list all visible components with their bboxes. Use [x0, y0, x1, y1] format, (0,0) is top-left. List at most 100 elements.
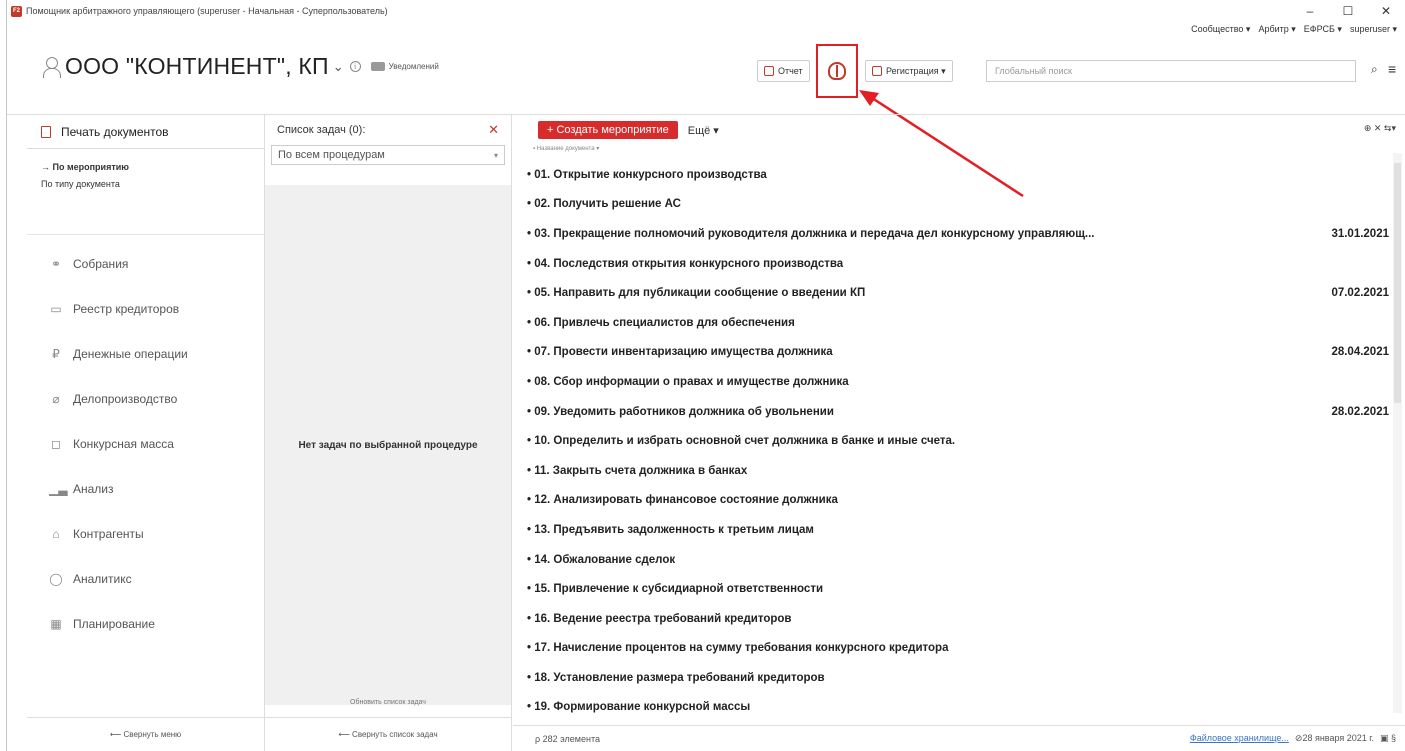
hamburger-menu-icon[interactable]: ≡	[1388, 61, 1396, 77]
sidebar-item-label: Собрания	[73, 256, 129, 271]
app-window: F2 Помощник арбитражного управляющего (s…	[6, 0, 1405, 751]
chevron-down-icon[interactable]: ⌄	[333, 59, 344, 75]
document-row[interactable]: • 02. Получить решение АС	[527, 190, 1389, 220]
scrollbar-thumb[interactable]	[1394, 163, 1401, 403]
brain-assistant-button[interactable]	[816, 44, 858, 98]
document-row[interactable]: • 07. Провести инвентаризацию имущества …	[527, 338, 1389, 368]
global-search-input[interactable]: Глобальный поиск	[986, 60, 1356, 82]
procedure-filter-select[interactable]: По всем процедурам ▾	[271, 145, 505, 165]
more-dropdown[interactable]: Ещё ▾	[688, 124, 719, 137]
document-row[interactable]: • 12. Анализировать финансовое состояние…	[527, 486, 1389, 516]
document-title: • 15. Привлечение к субсидиарной ответст…	[527, 583, 824, 596]
analytics-search-icon: ◯	[49, 571, 63, 586]
document-row[interactable]: • 04. Последствия открытия конкурсного п…	[527, 249, 1389, 279]
efrsb-menu[interactable]: ЕФРСБ ▾	[1304, 24, 1342, 35]
file-storage-link[interactable]: Файловое хранилище...	[1190, 733, 1289, 744]
sidebar-item-label: Планирование	[73, 616, 155, 631]
document-row[interactable]: • 17. Начисление процентов на сумму треб…	[527, 634, 1389, 664]
title-bar: F2 Помощник арбитражного управляющего (s…	[7, 0, 1405, 22]
user-icon	[43, 56, 61, 78]
sidebar-item-meetings[interactable]: ⚭ Собрания	[27, 241, 264, 286]
registration-toolbar: Регистрация ▾	[865, 60, 953, 82]
document-row[interactable]: • 10. Определить и избрать основной счет…	[527, 426, 1389, 456]
registry-icon: ▭	[50, 301, 62, 316]
submenu-by-doc-type[interactable]: По типу документа	[41, 176, 264, 193]
notifications-label: Уведомлений	[388, 62, 439, 71]
scrollbar[interactable]	[1393, 153, 1402, 713]
document-title: • 16. Ведение реестра требований кредито…	[527, 612, 792, 625]
handshake-icon: ⚭	[50, 256, 62, 271]
refresh-tasks-link[interactable]: Обновить список задач	[265, 699, 511, 706]
sidebar-item-creditors-registry[interactable]: ▭ Реестр кредиторов	[27, 286, 264, 331]
create-event-button[interactable]: + Создать мероприятие	[538, 121, 678, 139]
documents-list: • 01. Открытие конкурсного производства •…	[527, 160, 1389, 722]
sidebar-item-bankruptcy-estate[interactable]: ◻ Конкурсная масса	[27, 421, 264, 466]
sidebar-item-analysis[interactable]: ▁▃ Анализ	[27, 466, 264, 511]
document-row[interactable]: • 13. Предъявить задолженность к третьим…	[527, 515, 1389, 545]
tasks-header: Список задач (0): ✕	[265, 115, 511, 145]
document-row[interactable]: • 15. Привлечение к субсидиарной ответст…	[527, 574, 1389, 604]
document-row[interactable]: • 14. Обжалование сделок	[527, 545, 1389, 575]
documents-toolbar: + Создать мероприятие Ещё ▾	[513, 115, 1405, 145]
document-row[interactable]: • 03. Прекращение полномочий руководител…	[527, 219, 1389, 249]
document-title: • 19. Формирование конкурсной массы	[527, 701, 751, 714]
brain-icon	[828, 62, 846, 80]
report-button[interactable]: Отчет	[757, 60, 810, 82]
window-title: Помощник арбитражного управляющего (supe…	[26, 6, 388, 16]
sidebar-item-analytics[interactable]: ◯ Аналитикс	[27, 556, 264, 601]
calendar-icon: ▦	[50, 616, 62, 631]
document-row[interactable]: • 06. Привлечь специалистов для обеспече…	[527, 308, 1389, 338]
sidebar-item-counterparties[interactable]: ⌂ Контрагенты	[27, 511, 264, 556]
sidebar-item-print-documents[interactable]: Печать документов	[27, 115, 264, 149]
document-date: 28.04.2021	[1331, 346, 1389, 359]
window-controls: – ☐ ✕	[1291, 0, 1405, 22]
close-window-button[interactable]: ✕	[1367, 0, 1405, 22]
notifications-button[interactable]: Уведомлений	[370, 62, 439, 71]
document-row[interactable]: • 05. Направить для публикации сообщение…	[527, 278, 1389, 308]
sidebar-item-label: Денежные операции	[73, 346, 188, 361]
sidebar-item-planning[interactable]: ▦ Планирование	[27, 601, 264, 646]
procedure-filter-value: По всем процедурам	[278, 149, 385, 161]
search-icon[interactable]: ⌕	[1371, 62, 1378, 77]
collapse-tasks-button[interactable]: ⟵ Свернуть список задач	[265, 717, 511, 751]
sidebar-item-paperwork[interactable]: ⌀ Делопроизводство	[27, 376, 264, 421]
document-row[interactable]: • 19. Формирование конкурсной массы	[527, 693, 1389, 723]
document-title: • 11. Закрыть счета должника в банках	[527, 464, 748, 477]
minimize-button[interactable]: –	[1291, 0, 1329, 22]
document-row[interactable]: • 01. Открытие конкурсного производства	[527, 160, 1389, 190]
documents-panel: + Создать мероприятие Ещё ▾ ⊕ ✕ ⇆▾ ▪ Наз…	[513, 115, 1405, 751]
document-row[interactable]: • 16. Ведение реестра требований кредито…	[527, 604, 1389, 634]
document-title: • 08. Сбор информации о правах и имущест…	[527, 375, 849, 388]
collapse-menu-button[interactable]: ⟵ Свернуть меню	[27, 717, 264, 751]
arbitr-menu[interactable]: Арбитр ▾	[1258, 24, 1295, 35]
document-row[interactable]: • 08. Сбор информации о правах и имущест…	[527, 367, 1389, 397]
document-row[interactable]: • 18. Установление размера требований кр…	[527, 663, 1389, 693]
document-title: • 07. Провести инвентаризацию имущества …	[527, 346, 833, 359]
paperclip-icon: ⌀	[52, 391, 60, 406]
document-title: • 14. Обжалование сделок	[527, 553, 676, 566]
tasks-title: Список задач (0):	[277, 124, 366, 136]
sidebar-item-label: Делопроизводство	[73, 391, 178, 406]
registration-button[interactable]: Регистрация ▾	[865, 60, 953, 82]
registration-icon	[872, 66, 882, 76]
close-icon[interactable]: ✕	[488, 122, 499, 138]
document-title: • 10. Определить и избрать основной счет…	[527, 435, 956, 448]
document-date: 07.02.2021	[1331, 287, 1389, 300]
view-tools[interactable]: ⊕ ✕ ⇆▾	[1364, 123, 1396, 134]
sidebar-item-label: Контрагенты	[73, 526, 144, 541]
document-title: • 04. Последствия открытия конкурсного п…	[527, 257, 844, 270]
maximize-button[interactable]: ☐	[1329, 0, 1367, 22]
document-row[interactable]: • 11. Закрыть счета должника в банках	[527, 456, 1389, 486]
sidebar-item-label: Конкурсная масса	[73, 436, 174, 451]
info-icon[interactable]: i	[349, 61, 361, 72]
document-row[interactable]: • 09. Уведомить работников должника об у…	[527, 397, 1389, 427]
bank-icon: ⌂	[52, 526, 60, 541]
sidebar: Печать документов → По мероприятию По ти…	[27, 115, 265, 751]
org-name[interactable]: ООО "КОНТИНЕНТ", КП	[65, 53, 329, 80]
community-menu[interactable]: Сообщество ▾	[1191, 24, 1250, 35]
submenu-by-event[interactable]: → По мероприятию	[41, 159, 264, 176]
sidebar-item-money-operations[interactable]: ₽ Денежные операции	[27, 331, 264, 376]
user-menu[interactable]: superuser ▾	[1350, 24, 1397, 35]
status-icons[interactable]: ▣ §	[1380, 733, 1396, 744]
column-header-document-name[interactable]: ▪ Название документа ▾	[513, 145, 1405, 155]
